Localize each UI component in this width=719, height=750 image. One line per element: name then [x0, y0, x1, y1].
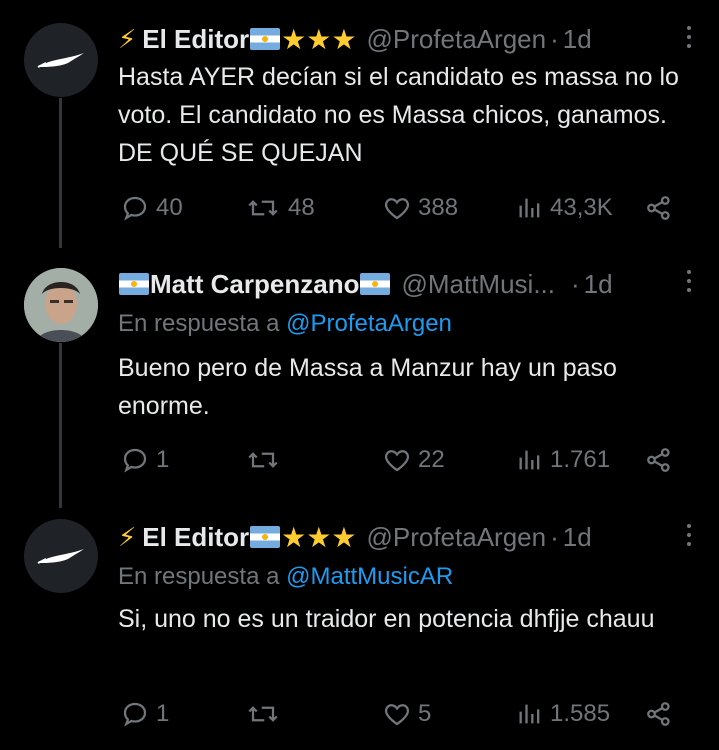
reply-handle-link[interactable]: @ProfetaArgen [286, 310, 452, 337]
like-count: 22 [418, 446, 445, 473]
like-count: 5 [418, 700, 432, 727]
heart-icon [384, 450, 410, 472]
display-name[interactable]: Matt Carpenzano [150, 269, 359, 300]
retweet-button[interactable]: 48 [244, 190, 315, 226]
views-count: 1.585 [550, 700, 611, 727]
display-name[interactable]: El Editor [142, 24, 249, 55]
views-button[interactable]: 1.585 [516, 696, 610, 732]
reply-label: En respuesta a [118, 310, 280, 337]
heart-icon [384, 704, 410, 726]
feather-icon [37, 53, 84, 68]
retweet-icon [248, 452, 278, 468]
handle[interactable]: @MattMusi... [401, 269, 555, 300]
views-button[interactable]: 1.761 [516, 442, 610, 478]
tweet-text: Si, uno no es un traidor en potencia dhf… [118, 605, 655, 633]
reply-context: En respuesta a @MattMusicAR [118, 563, 453, 591]
reply-icon [123, 196, 147, 221]
views-count: 43,3K [550, 194, 613, 221]
lightning-icon: ⚡ [118, 23, 137, 54]
separator-dot: · [550, 521, 559, 552]
share-icon [647, 702, 670, 726]
tweet[interactable]: ⚡ El Editor ★★★ @ProfetaArgen · 1d Hasta… [0, 0, 719, 250]
reply-handle-link[interactable]: @MattMusicAR [286, 563, 453, 590]
like-button[interactable]: 388 [382, 190, 458, 226]
reply-count: 40 [156, 194, 183, 221]
views-count: 1.761 [550, 446, 611, 473]
retweet-icon [248, 706, 278, 722]
stars-icon: ★★★ [281, 521, 357, 553]
argentina-flag-icon [360, 273, 391, 295]
share-button[interactable] [644, 190, 674, 226]
retweet-count: 48 [288, 194, 315, 221]
reply-icon [123, 448, 147, 473]
avatar[interactable] [24, 268, 98, 342]
display-name[interactable]: El Editor [142, 522, 249, 553]
lightning-icon: ⚡ [118, 521, 137, 552]
views-icon [519, 704, 540, 724]
tweet[interactable]: Matt Carpenzano @MattMusi... · 1d En res… [0, 250, 719, 500]
action-bar: 1 22 1.761 [118, 442, 688, 478]
reply-label: En respuesta a [118, 563, 280, 590]
share-button[interactable] [644, 442, 674, 478]
feather-icon [37, 549, 84, 564]
tweet-text: Bueno pero de Massa a Manzur hay un paso… [118, 354, 617, 420]
heart-icon [384, 198, 410, 220]
action-bar: 1 5 1.585 [118, 696, 688, 732]
share-icon [647, 196, 670, 220]
tweet-text: Hasta AYER decían si el candidato es mas… [118, 63, 679, 167]
tweet-header: ⚡ El Editor ★★★ @ProfetaArgen · 1d [118, 22, 719, 56]
avatar[interactable] [24, 519, 98, 593]
retweet-icon [248, 200, 278, 216]
more-options-icon[interactable] [687, 270, 691, 292]
tweet-header: Matt Carpenzano @MattMusi... · 1d [118, 267, 719, 301]
timestamp[interactable]: 1d [563, 522, 592, 553]
avatar[interactable] [24, 23, 98, 97]
reply-count: 1 [156, 446, 170, 473]
separator-dot: · [550, 23, 559, 54]
handle[interactable]: @ProfetaArgen [366, 522, 546, 553]
reply-button[interactable]: 40 [120, 190, 183, 226]
reply-count: 1 [156, 700, 170, 727]
more-options-icon[interactable] [687, 26, 691, 48]
views-icon [519, 450, 540, 470]
share-icon [647, 448, 670, 472]
reply-icon [123, 702, 147, 727]
tweet-header: ⚡ El Editor ★★★ @ProfetaArgen · 1d [118, 520, 719, 554]
reply-button[interactable]: 1 [120, 442, 169, 478]
timestamp[interactable]: 1d [584, 269, 613, 300]
views-icon [519, 198, 540, 218]
views-button[interactable]: 43,3K [516, 190, 613, 226]
timestamp[interactable]: 1d [563, 24, 592, 55]
handle[interactable]: @ProfetaArgen [366, 24, 546, 55]
more-options-icon[interactable] [687, 524, 691, 546]
argentina-flag-icon [250, 526, 281, 548]
retweet-button[interactable] [244, 442, 288, 478]
like-button[interactable]: 5 [382, 696, 431, 732]
retweet-button[interactable] [244, 696, 288, 732]
stars-icon: ★★★ [281, 23, 357, 55]
share-button[interactable] [644, 696, 674, 732]
like-button[interactable]: 22 [382, 442, 445, 478]
profile-photo [24, 268, 98, 342]
separator-dot: · [571, 268, 580, 299]
reply-button[interactable]: 1 [120, 696, 169, 732]
argentina-flag-icon [119, 273, 149, 295]
reply-context: En respuesta a @ProfetaArgen [118, 310, 452, 338]
tweet[interactable]: ⚡ El Editor ★★★ @ProfetaArgen · 1d En re… [0, 500, 719, 750]
action-bar: 40 48 388 43,3K [118, 190, 688, 226]
argentina-flag-icon [250, 28, 281, 50]
like-count: 388 [418, 194, 459, 221]
